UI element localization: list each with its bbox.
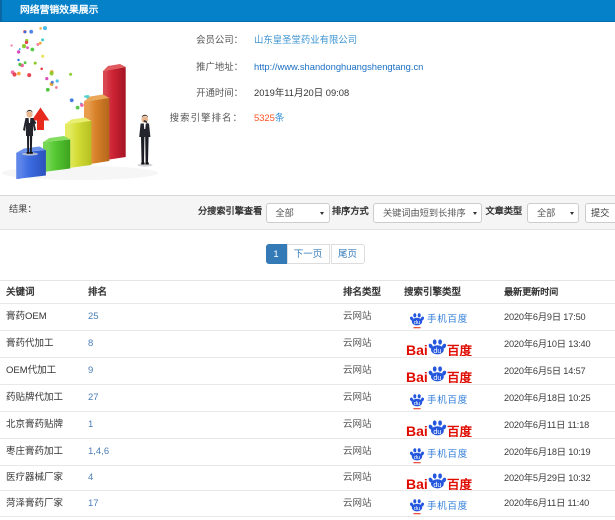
svg-text:Bai: Bai xyxy=(406,369,428,383)
svg-text:百度: 百度 xyxy=(447,477,473,490)
svg-text:百度: 百度 xyxy=(447,343,473,356)
svg-text:du: du xyxy=(433,372,441,381)
svg-text:百度: 百度 xyxy=(447,424,473,437)
svg-text:du: du xyxy=(433,479,441,488)
svg-text:du: du xyxy=(414,400,420,406)
svg-text:du: du xyxy=(433,426,441,435)
svg-text:du: du xyxy=(414,506,420,512)
svg-text:Bai: Bai xyxy=(406,342,428,356)
svg-text:du: du xyxy=(433,345,441,354)
svg-text:Bai: Bai xyxy=(406,423,428,437)
svg-text:du: du xyxy=(414,319,420,325)
svg-text:百度: 百度 xyxy=(447,370,473,383)
svg-text:du: du xyxy=(414,454,420,460)
svg-text:Bai: Bai xyxy=(406,476,428,490)
